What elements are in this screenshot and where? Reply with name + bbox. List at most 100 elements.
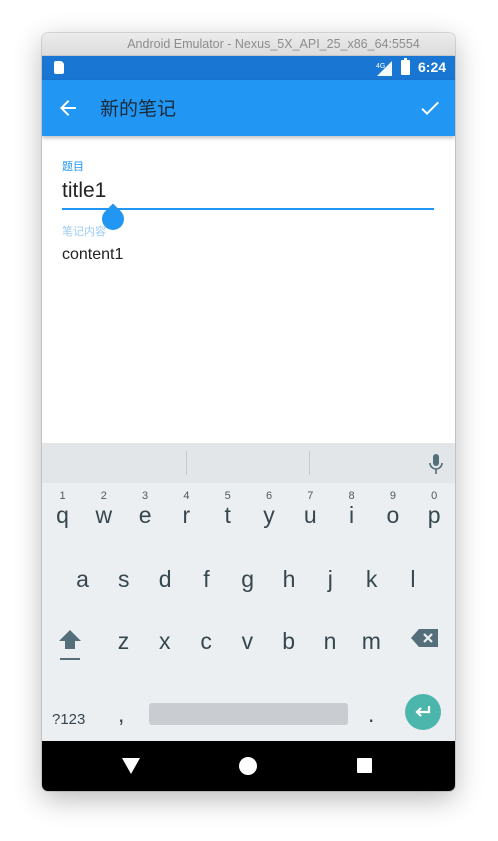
key-t[interactable]: 5t xyxy=(207,483,248,543)
key-label: m xyxy=(361,628,381,654)
key-f[interactable]: f xyxy=(186,547,227,607)
key-number-hint: 3 xyxy=(142,490,149,502)
keyboard-row-1: 1q2w3e4r5t6y7u8i9o0p xyxy=(42,483,455,545)
window-titlebar: Android Emulator - Nexus_5X_API_25_x86_6… xyxy=(42,33,455,56)
key-label: c xyxy=(200,628,212,654)
key-number-hint: 9 xyxy=(389,490,396,502)
key-label: e xyxy=(138,502,152,528)
signal-4g-icon: 4G xyxy=(376,61,392,76)
keyboard-row-2: asdfghjkl xyxy=(42,547,455,609)
android-nav-bar xyxy=(42,741,455,791)
key-s[interactable]: s xyxy=(103,547,144,607)
microphone-icon[interactable] xyxy=(428,453,444,475)
soft-keyboard: 1q2w3e4r5t6y7u8i9o0p asdfghjkl zxcvbnm ?… xyxy=(42,443,455,741)
key-j[interactable]: j xyxy=(310,547,351,607)
key-i[interactable]: 8i xyxy=(331,483,372,543)
enter-key[interactable] xyxy=(405,694,441,730)
key-label: v xyxy=(241,628,254,654)
key-label: a xyxy=(76,566,89,592)
key-x[interactable]: x xyxy=(144,609,185,669)
key-e[interactable]: 3e xyxy=(125,483,166,543)
key-u[interactable]: 7u xyxy=(290,483,331,543)
enter-icon xyxy=(415,706,431,717)
key-label: l xyxy=(410,566,416,592)
status-bar: 4G 6:24 xyxy=(42,56,455,80)
key-a[interactable]: a xyxy=(62,547,103,607)
key-number-hint: 4 xyxy=(183,490,190,502)
key-label: s xyxy=(118,566,130,592)
key-label: f xyxy=(203,566,210,592)
key-label: w xyxy=(95,502,113,528)
key-r[interactable]: 4r xyxy=(166,483,207,543)
key-label: k xyxy=(365,566,378,592)
shift-icon[interactable] xyxy=(52,622,88,662)
key-k[interactable]: k xyxy=(351,547,392,607)
key-o[interactable]: 9o xyxy=(372,483,413,543)
key-label: b xyxy=(282,628,296,654)
content-label: 笔记内容 xyxy=(62,225,106,238)
key-z[interactable]: z xyxy=(103,609,144,669)
key-number-hint: 7 xyxy=(307,490,314,502)
page-title: 新的笔记 xyxy=(100,98,177,120)
key-label: d xyxy=(158,566,172,592)
window-title: Android Emulator - Nexus_5X_API_25_x86_6… xyxy=(127,37,420,51)
title-input[interactable] xyxy=(62,174,434,210)
key-number-hint: 0 xyxy=(431,490,438,502)
suggestion-divider xyxy=(186,451,187,475)
key-label: u xyxy=(303,502,317,528)
key-number-hint: 6 xyxy=(265,490,273,502)
key-l[interactable]: l xyxy=(392,547,433,607)
key-label: y xyxy=(263,502,275,528)
suggestion-divider xyxy=(309,451,310,475)
keyboard-row-3: z x c v b nm xyxy=(42,609,455,671)
svg-text:4G: 4G xyxy=(376,63,385,70)
key-y[interactable]: 6y xyxy=(249,483,290,543)
key-label: q xyxy=(56,502,69,528)
check-icon[interactable] xyxy=(418,96,442,120)
content-input[interactable] xyxy=(62,243,432,267)
space-bar[interactable] xyxy=(149,703,348,725)
key-label: p xyxy=(427,502,441,528)
backspace-icon[interactable] xyxy=(410,627,440,649)
key-label: n xyxy=(323,628,337,654)
key-label: r xyxy=(182,502,191,528)
key-label: h xyxy=(282,566,296,592)
arrow-back-icon[interactable] xyxy=(56,96,80,120)
key-p[interactable]: 0p xyxy=(414,483,455,543)
key-label: t xyxy=(224,502,231,528)
emulator-window: Android Emulator - Nexus_5X_API_25_x86_6… xyxy=(42,33,455,791)
battery-icon xyxy=(401,58,410,75)
key-g[interactable]: g xyxy=(227,547,268,607)
keyboard-row-4: ?123 , . xyxy=(42,691,455,741)
key-label: x xyxy=(159,628,171,654)
key-h[interactable]: h xyxy=(269,547,310,607)
key-d[interactable]: d xyxy=(145,547,186,607)
key-label: z xyxy=(117,628,130,654)
nav-recents-icon[interactable] xyxy=(357,758,372,773)
title-label: 题目 xyxy=(62,160,84,173)
key-q[interactable]: 1q xyxy=(42,483,83,543)
key-c[interactable]: c xyxy=(186,609,227,669)
key-label: j xyxy=(327,566,333,592)
comma-key[interactable]: , xyxy=(118,701,124,728)
suggestion-strip xyxy=(42,443,455,483)
key-v[interactable]: v xyxy=(227,609,268,669)
key-number-hint: 5 xyxy=(224,490,231,502)
symbols-key[interactable]: ?123 xyxy=(52,711,85,728)
key-label: o xyxy=(386,502,400,528)
note-form: 题目 笔记内容 xyxy=(42,136,455,423)
nav-home-icon[interactable] xyxy=(239,757,257,775)
key-number-hint: 1 xyxy=(59,490,66,502)
key-n[interactable]: n xyxy=(310,609,351,669)
app-bar: 新的笔记 xyxy=(42,80,455,136)
period-key[interactable]: . xyxy=(368,701,374,728)
key-w[interactable]: 2w xyxy=(83,483,124,543)
key-label: g xyxy=(241,566,255,592)
key-b[interactable]: b xyxy=(268,609,309,669)
key-label: i xyxy=(349,502,355,528)
status-time: 6:24 xyxy=(418,59,447,75)
key-number-hint: 8 xyxy=(348,490,355,502)
key-number-hint: 2 xyxy=(100,490,107,502)
key-m[interactable]: m xyxy=(351,609,392,669)
nav-back-icon[interactable] xyxy=(122,758,140,774)
